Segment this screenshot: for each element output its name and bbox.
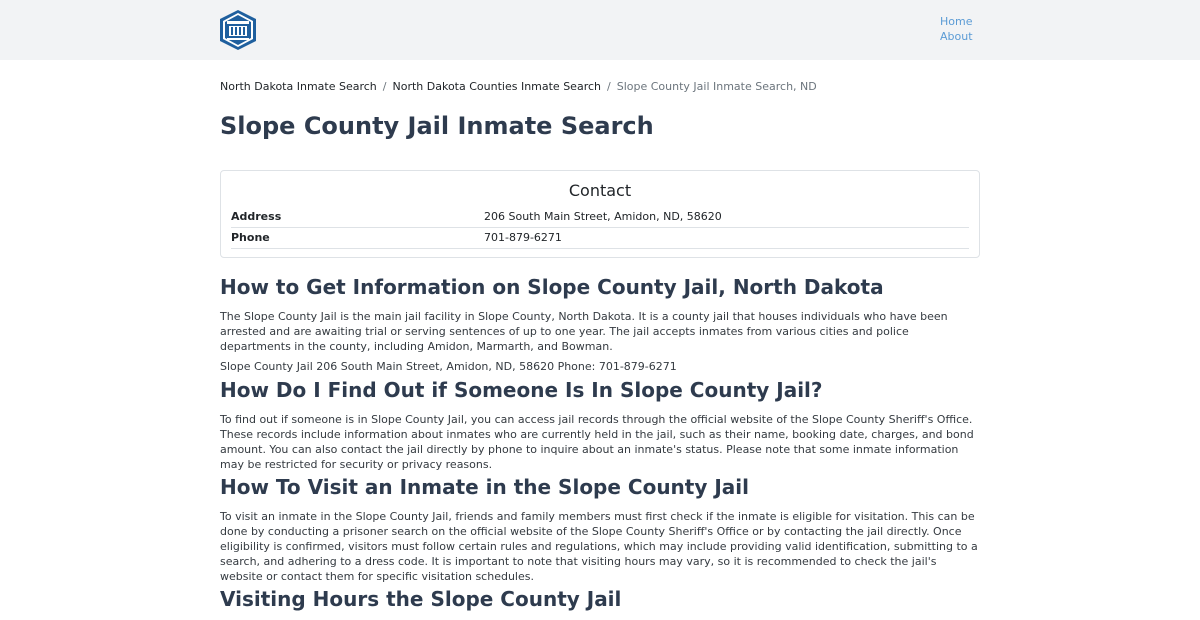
nav-links: Home About — [940, 14, 973, 44]
contact-card-title: Contact — [568, 181, 632, 200]
contact-row-address: Address 206 South Main Street, Amidon, N… — [231, 207, 969, 228]
breadcrumb-separator: / — [607, 80, 611, 93]
breadcrumb-state-link[interactable]: North Dakota Inmate Search — [220, 80, 377, 93]
shield-logo-icon — [220, 10, 256, 50]
page-title: Slope County Jail Inmate Search — [220, 112, 654, 140]
section-paragraph: To find out if someone is in Slope Count… — [220, 413, 974, 471]
site-logo[interactable] — [219, 9, 257, 51]
section-heading: Visiting Hours the Slope County Jail — [220, 587, 622, 611]
contact-value: 206 South Main Street, Amidon, ND, 58620 — [484, 210, 722, 223]
breadcrumb-counties-link[interactable]: North Dakota Counties Inmate Search — [393, 80, 602, 93]
section-heading: How To Visit an Inmate in the Slope Coun… — [220, 475, 750, 499]
section-heading: How to Get Information on Slope County J… — [220, 275, 884, 299]
nav-home-link[interactable]: Home — [940, 14, 973, 29]
nav-about-link[interactable]: About — [940, 29, 973, 44]
contact-row-phone: Phone 701-879-6271 — [231, 228, 969, 249]
section-paragraph: The Slope County Jail is the main jail f… — [220, 310, 948, 353]
breadcrumb-current: Slope County Jail Inmate Search, ND — [616, 80, 817, 93]
contact-label: Phone — [231, 231, 270, 244]
section-paragraph: To visit an inmate in the Slope County J… — [220, 510, 978, 583]
contact-value: 701-879-6271 — [484, 231, 562, 244]
section-heading: How Do I Find Out if Someone Is In Slope… — [220, 378, 823, 402]
breadcrumb: North Dakota Inmate Search / North Dakota … — [220, 80, 817, 94]
contact-card: Contact Address 206 South Main Street, A… — [220, 170, 980, 258]
section-paragraph: Slope County Jail 206 South Main Street,… — [220, 360, 677, 373]
contact-label: Address — [231, 210, 282, 223]
breadcrumb-separator: / — [382, 80, 387, 93]
navbar: Home About — [0, 0, 1200, 60]
